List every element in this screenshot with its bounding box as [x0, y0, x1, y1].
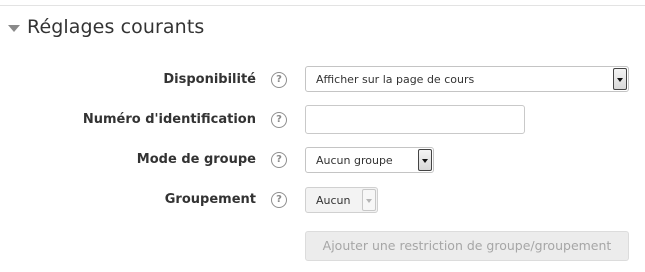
group-mode-label: Mode de groupe [136, 152, 256, 167]
dropdown-arrow-icon[interactable] [418, 149, 432, 171]
help-icon[interactable]: ? [271, 152, 287, 168]
dropdown-arrow-icon[interactable] [362, 189, 376, 211]
id-number-label: Numéro d'identification [82, 112, 256, 127]
availability-select[interactable]: Afficher sur la page de cours [305, 66, 629, 92]
grouping-value: Aucun [316, 194, 351, 207]
section-divider [0, 5, 645, 6]
availability-value: Afficher sur la page de cours [316, 73, 475, 86]
grouping-select[interactable]: Aucun [305, 187, 378, 213]
section-header[interactable]: Réglages courants [8, 12, 204, 42]
availability-label: Disponibilité [163, 72, 256, 87]
help-icon[interactable]: ? [271, 72, 287, 88]
grouping-label: Groupement [164, 192, 256, 207]
help-icon[interactable]: ? [271, 112, 287, 128]
id-number-input[interactable] [305, 105, 525, 134]
group-mode-select[interactable]: Aucun groupe [305, 147, 434, 173]
group-mode-value: Aucun groupe [316, 154, 393, 167]
help-icon[interactable]: ? [271, 192, 287, 208]
add-group-restriction-button[interactable]: Ajouter une restriction de groupe/groupe… [305, 231, 629, 261]
section-title: Réglages courants [27, 16, 205, 38]
dropdown-arrow-icon[interactable] [613, 68, 627, 90]
collapse-caret-icon[interactable] [8, 24, 20, 32]
